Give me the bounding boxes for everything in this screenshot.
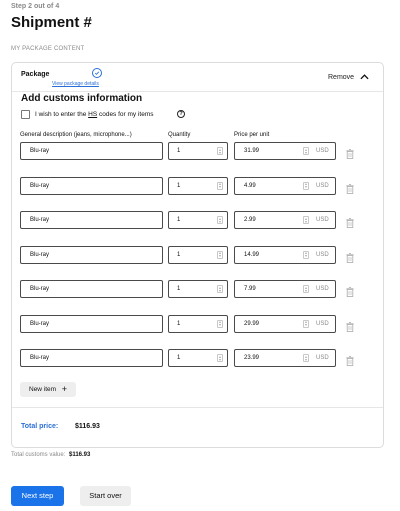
price-stepper[interactable] [303, 147, 309, 155]
new-item-button[interactable]: New item + [20, 382, 76, 397]
divider [12, 407, 383, 408]
trash-icon[interactable] [346, 250, 354, 263]
trash-icon[interactable] [346, 181, 354, 194]
section-label: MY PACKAGE CONTENT [11, 46, 85, 52]
price-input[interactable]: 14.99 USD [234, 245, 336, 264]
description-input[interactable]: Blu-ray [20, 176, 163, 195]
price-value: 2.99 [244, 217, 256, 223]
item-row: Blu-ray 1 29.99 USD [12, 314, 385, 333]
column-header-description: General description (jeans, microphone..… [20, 132, 132, 138]
currency-label: USD [316, 286, 329, 292]
next-step-button[interactable]: Next step [11, 486, 64, 506]
description-input[interactable]: Blu-ray [20, 349, 163, 367]
price-value: 4.99 [244, 182, 256, 189]
collapse-button[interactable] [355, 69, 373, 85]
quantity-value: 1 [177, 320, 181, 327]
quantity-value: 1 [177, 286, 181, 292]
item-row: Blu-ray 1 31.99 USD [12, 142, 385, 160]
column-header-price: Price per unit [234, 132, 270, 138]
quantity-stepper[interactable] [217, 147, 223, 155]
description-input[interactable]: Blu-ray [20, 314, 163, 333]
column-header-quantity: Quantity [168, 132, 191, 138]
hs-abbr: HS [88, 111, 98, 118]
price-stepper[interactable] [303, 216, 309, 224]
description-input[interactable]: Blu-ray [20, 211, 163, 229]
currency-label: USD [316, 182, 329, 189]
trash-icon[interactable] [346, 146, 354, 159]
quantity-stepper[interactable] [217, 250, 223, 259]
start-over-button[interactable]: Start over [80, 486, 131, 506]
package-title: Package [21, 71, 50, 78]
quantity-input[interactable]: 1 [168, 211, 228, 229]
item-row: Blu-ray 1 23.99 USD [12, 349, 385, 367]
total-price-value: $116.93 [75, 423, 100, 430]
currency-label: USD [316, 148, 329, 154]
price-input[interactable]: 23.99 USD [234, 349, 336, 367]
hs-codes-checkbox[interactable] [21, 110, 30, 119]
chevron-up-icon [359, 74, 369, 80]
quantity-input[interactable]: 1 [168, 349, 228, 367]
price-value: 23.99 [244, 355, 260, 361]
quantity-input[interactable]: 1 [168, 314, 228, 333]
customs-value: $116.93 [69, 452, 91, 458]
quantity-value: 1 [177, 148, 181, 154]
price-stepper[interactable] [303, 354, 309, 362]
quantity-stepper[interactable] [217, 354, 223, 362]
currency-label: USD [316, 251, 329, 258]
page-title: Shipment # [11, 14, 92, 31]
price-input[interactable]: 29.99 USD [234, 314, 336, 333]
item-row: Blu-ray 1 2.99 USD [12, 211, 385, 229]
step-indicator: Step 2 out of 4 [11, 3, 60, 10]
quantity-stepper[interactable] [217, 285, 223, 293]
description-input[interactable]: Blu-ray [20, 142, 163, 160]
divider [12, 91, 383, 92]
price-value: 29.99 [244, 320, 260, 327]
view-package-details-link[interactable]: View package details [52, 81, 99, 87]
quantity-value: 1 [177, 251, 181, 258]
price-value: 14.99 [244, 251, 260, 258]
quantity-input[interactable]: 1 [168, 245, 228, 264]
quantity-value: 1 [177, 217, 181, 223]
quantity-stepper[interactable] [217, 319, 223, 328]
price-value: 7.99 [244, 286, 256, 292]
description-input[interactable]: Blu-ray [20, 245, 163, 264]
quantity-input[interactable]: 1 [168, 280, 228, 298]
hs-codes-label[interactable]: I wish to enter the HS codes for my item… [35, 111, 154, 118]
check-circle-icon [92, 68, 102, 78]
item-row: Blu-ray 1 14.99 USD [12, 245, 385, 264]
price-input[interactable]: 7.99 USD [234, 280, 336, 298]
price-input[interactable]: 31.99 USD [234, 142, 336, 160]
quantity-value: 1 [177, 182, 181, 189]
customs-value-label: Total customs value: [11, 452, 66, 458]
trash-icon[interactable] [346, 319, 354, 332]
currency-label: USD [316, 355, 329, 361]
help-circle-icon[interactable]: ? [177, 110, 185, 118]
price-input[interactable]: 4.99 USD [234, 176, 336, 195]
item-row: Blu-ray 1 7.99 USD [12, 280, 385, 298]
currency-label: USD [316, 217, 329, 223]
plus-icon: + [61, 384, 67, 394]
trash-icon[interactable] [346, 215, 354, 228]
description-input[interactable]: Blu-ray [20, 280, 163, 298]
currency-label: USD [316, 320, 329, 327]
trash-icon[interactable] [346, 353, 354, 366]
price-input[interactable]: 2.99 USD [234, 211, 336, 229]
quantity-value: 1 [177, 355, 181, 361]
quantity-input[interactable]: 1 [168, 176, 228, 195]
price-stepper[interactable] [303, 250, 309, 259]
remove-package-button[interactable]: Remove [328, 74, 354, 81]
price-stepper[interactable] [303, 319, 309, 328]
quantity-stepper[interactable] [217, 216, 223, 224]
price-stepper[interactable] [303, 285, 309, 293]
customs-title: Add customs information [21, 93, 143, 104]
package-card: Package View package details Remove Add … [11, 62, 384, 448]
trash-icon[interactable] [346, 284, 354, 297]
item-row: Blu-ray 1 4.99 USD [12, 176, 385, 195]
quantity-input[interactable]: 1 [168, 142, 228, 160]
price-stepper[interactable] [303, 181, 309, 190]
price-value: 31.99 [244, 148, 260, 154]
quantity-stepper[interactable] [217, 181, 223, 190]
total-price-label: Total price: [21, 423, 59, 430]
